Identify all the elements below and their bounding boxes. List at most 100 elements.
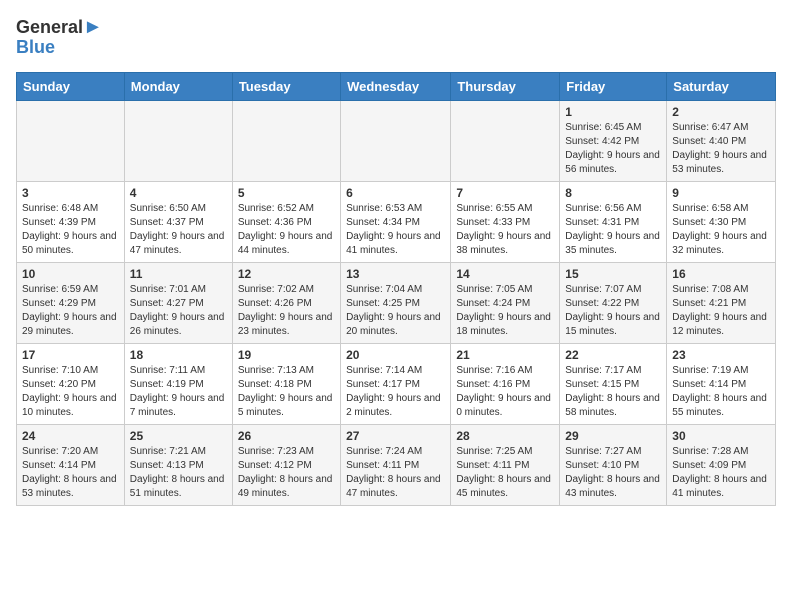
calendar-cell: 30 Sunrise: 7:28 AM Sunset: 4:09 PM Dayli… (667, 424, 776, 505)
calendar-cell: 26 Sunrise: 7:23 AM Sunset: 4:12 PM Dayli… (232, 424, 340, 505)
day-number: 26 (238, 429, 335, 443)
day-info: Sunrise: 7:24 AM Sunset: 4:11 PM Dayligh… (346, 445, 445, 501)
day-info: Sunrise: 7:11 AM Sunset: 4:19 PM Dayligh… (130, 364, 227, 420)
top-section: General► Blue (16, 16, 776, 62)
day-info: Sunrise: 7:28 AM Sunset: 4:09 PM Dayligh… (672, 445, 770, 501)
day-number: 21 (456, 348, 554, 362)
day-number: 15 (565, 267, 661, 281)
day-number: 17 (22, 348, 119, 362)
day-number: 27 (346, 429, 445, 443)
calendar-cell: 14 Sunrise: 7:05 AM Sunset: 4:24 PM Dayli… (451, 262, 560, 343)
day-number: 10 (22, 267, 119, 281)
calendar-cell: 8 Sunrise: 6:56 AM Sunset: 4:31 PM Daylig… (560, 181, 667, 262)
day-number: 2 (672, 105, 770, 119)
day-number: 14 (456, 267, 554, 281)
day-number: 13 (346, 267, 445, 281)
calendar-cell: 28 Sunrise: 7:25 AM Sunset: 4:11 PM Dayli… (451, 424, 560, 505)
day-info: Sunrise: 7:04 AM Sunset: 4:25 PM Dayligh… (346, 283, 445, 339)
column-header-thursday: Thursday (451, 72, 560, 100)
day-info: Sunrise: 6:59 AM Sunset: 4:29 PM Dayligh… (22, 283, 119, 339)
day-number: 18 (130, 348, 227, 362)
day-number: 20 (346, 348, 445, 362)
calendar-cell (451, 100, 560, 181)
day-number: 4 (130, 186, 227, 200)
calendar-cell: 5Sunrise: 6:52 AM Sunset: 4:36 PM Daylig… (232, 181, 340, 262)
calendar-cell: 6 Sunrise: 6:53 AM Sunset: 4:34 PM Daylig… (341, 181, 451, 262)
day-number: 28 (456, 429, 554, 443)
day-info: Sunrise: 7:10 AM Sunset: 4:20 PM Dayligh… (22, 364, 119, 420)
day-info: Sunrise: 6:47 AM Sunset: 4:40 PM Dayligh… (672, 121, 770, 177)
day-info: Sunrise: 6:50 AM Sunset: 4:37 PM Dayligh… (130, 202, 227, 258)
calendar-cell: 2 Sunrise: 6:47 AM Sunset: 4:40 PM Daylig… (667, 100, 776, 181)
calendar-table: SundayMondayTuesdayWednesdayThursdayFrid… (16, 72, 776, 506)
calendar-body: 1 Sunrise: 6:45 AM Sunset: 4:42 PM Daylig… (17, 100, 776, 505)
week-row-1: 1 Sunrise: 6:45 AM Sunset: 4:42 PM Daylig… (17, 100, 776, 181)
day-info: Sunrise: 7:08 AM Sunset: 4:21 PM Dayligh… (672, 283, 770, 339)
calendar-cell: 18 Sunrise: 7:11 AM Sunset: 4:19 PM Dayli… (124, 343, 232, 424)
day-info: Sunrise: 7:21 AM Sunset: 4:13 PM Dayligh… (130, 445, 227, 501)
day-info: Sunrise: 7:07 AM Sunset: 4:22 PM Dayligh… (565, 283, 661, 339)
day-info: Sunrise: 6:52 AM Sunset: 4:36 PM Dayligh… (238, 202, 335, 258)
day-number: 1 (565, 105, 661, 119)
day-info: Sunrise: 7:27 AM Sunset: 4:10 PM Dayligh… (565, 445, 661, 501)
day-info: Sunrise: 7:16 AM Sunset: 4:16 PM Dayligh… (456, 364, 554, 420)
calendar-cell: 10 Sunrise: 6:59 AM Sunset: 4:29 PM Dayli… (17, 262, 125, 343)
calendar-cell: 7 Sunrise: 6:55 AM Sunset: 4:33 PM Daylig… (451, 181, 560, 262)
day-info: Sunrise: 6:56 AM Sunset: 4:31 PM Dayligh… (565, 202, 661, 258)
day-info: Sunrise: 7:23 AM Sunset: 4:12 PM Dayligh… (238, 445, 335, 501)
day-number: 8 (565, 186, 661, 200)
calendar-cell: 12 Sunrise: 7:02 AM Sunset: 4:26 PM Dayli… (232, 262, 340, 343)
calendar-cell (17, 100, 125, 181)
day-number: 22 (565, 348, 661, 362)
calendar-cell (341, 100, 451, 181)
column-header-tuesday: Tuesday (232, 72, 340, 100)
day-number: 25 (130, 429, 227, 443)
calendar-cell: 3Sunrise: 6:48 AM Sunset: 4:39 PM Daylig… (17, 181, 125, 262)
calendar-cell: 21 Sunrise: 7:16 AM Sunset: 4:16 PM Dayli… (451, 343, 560, 424)
calendar-cell (124, 100, 232, 181)
day-number: 11 (130, 267, 227, 281)
calendar-cell: 13 Sunrise: 7:04 AM Sunset: 4:25 PM Dayli… (341, 262, 451, 343)
calendar-cell: 4 Sunrise: 6:50 AM Sunset: 4:37 PM Daylig… (124, 181, 232, 262)
day-info: Sunrise: 6:53 AM Sunset: 4:34 PM Dayligh… (346, 202, 445, 258)
calendar-cell: 15 Sunrise: 7:07 AM Sunset: 4:22 PM Dayli… (560, 262, 667, 343)
week-row-3: 10 Sunrise: 6:59 AM Sunset: 4:29 PM Dayli… (17, 262, 776, 343)
day-info: Sunrise: 7:19 AM Sunset: 4:14 PM Dayligh… (672, 364, 770, 420)
day-info: Sunrise: 6:58 AM Sunset: 4:30 PM Dayligh… (672, 202, 770, 258)
column-header-friday: Friday (560, 72, 667, 100)
column-header-saturday: Saturday (667, 72, 776, 100)
column-header-monday: Monday (124, 72, 232, 100)
calendar-cell: 17 Sunrise: 7:10 AM Sunset: 4:20 PM Dayli… (17, 343, 125, 424)
calendar-cell: 20 Sunrise: 7:14 AM Sunset: 4:17 PM Dayli… (341, 343, 451, 424)
day-info: Sunrise: 6:45 AM Sunset: 4:42 PM Dayligh… (565, 121, 661, 177)
day-info: Sunrise: 7:25 AM Sunset: 4:11 PM Dayligh… (456, 445, 554, 501)
day-number: 30 (672, 429, 770, 443)
day-number: 16 (672, 267, 770, 281)
day-info: Sunrise: 7:02 AM Sunset: 4:26 PM Dayligh… (238, 283, 335, 339)
calendar-cell: 9 Sunrise: 6:58 AM Sunset: 4:30 PM Daylig… (667, 181, 776, 262)
day-info: Sunrise: 7:17 AM Sunset: 4:15 PM Dayligh… (565, 364, 661, 420)
day-info: Sunrise: 7:05 AM Sunset: 4:24 PM Dayligh… (456, 283, 554, 339)
calendar-header-row: SundayMondayTuesdayWednesdayThursdayFrid… (17, 72, 776, 100)
day-info: Sunrise: 6:55 AM Sunset: 4:33 PM Dayligh… (456, 202, 554, 258)
calendar-cell: 16 Sunrise: 7:08 AM Sunset: 4:21 PM Dayli… (667, 262, 776, 343)
calendar-cell: 1 Sunrise: 6:45 AM Sunset: 4:42 PM Daylig… (560, 100, 667, 181)
calendar-cell: 22 Sunrise: 7:17 AM Sunset: 4:15 PM Dayli… (560, 343, 667, 424)
day-number: 29 (565, 429, 661, 443)
calendar-cell: 19Sunrise: 7:13 AM Sunset: 4:18 PM Dayli… (232, 343, 340, 424)
day-info: Sunrise: 7:14 AM Sunset: 4:17 PM Dayligh… (346, 364, 445, 420)
day-info: Sunrise: 6:48 AM Sunset: 4:39 PM Dayligh… (22, 202, 119, 258)
day-number: 9 (672, 186, 770, 200)
day-number: 12 (238, 267, 335, 281)
day-number: 24 (22, 429, 119, 443)
logo-text: General► Blue (16, 16, 103, 58)
logo: General► Blue (16, 16, 103, 58)
column-header-sunday: Sunday (17, 72, 125, 100)
day-number: 7 (456, 186, 554, 200)
day-info: Sunrise: 7:13 AM Sunset: 4:18 PM Dayligh… (238, 364, 335, 420)
column-header-wednesday: Wednesday (341, 72, 451, 100)
calendar-cell (232, 100, 340, 181)
day-info: Sunrise: 7:01 AM Sunset: 4:27 PM Dayligh… (130, 283, 227, 339)
calendar-cell: 23Sunrise: 7:19 AM Sunset: 4:14 PM Dayli… (667, 343, 776, 424)
day-number: 6 (346, 186, 445, 200)
